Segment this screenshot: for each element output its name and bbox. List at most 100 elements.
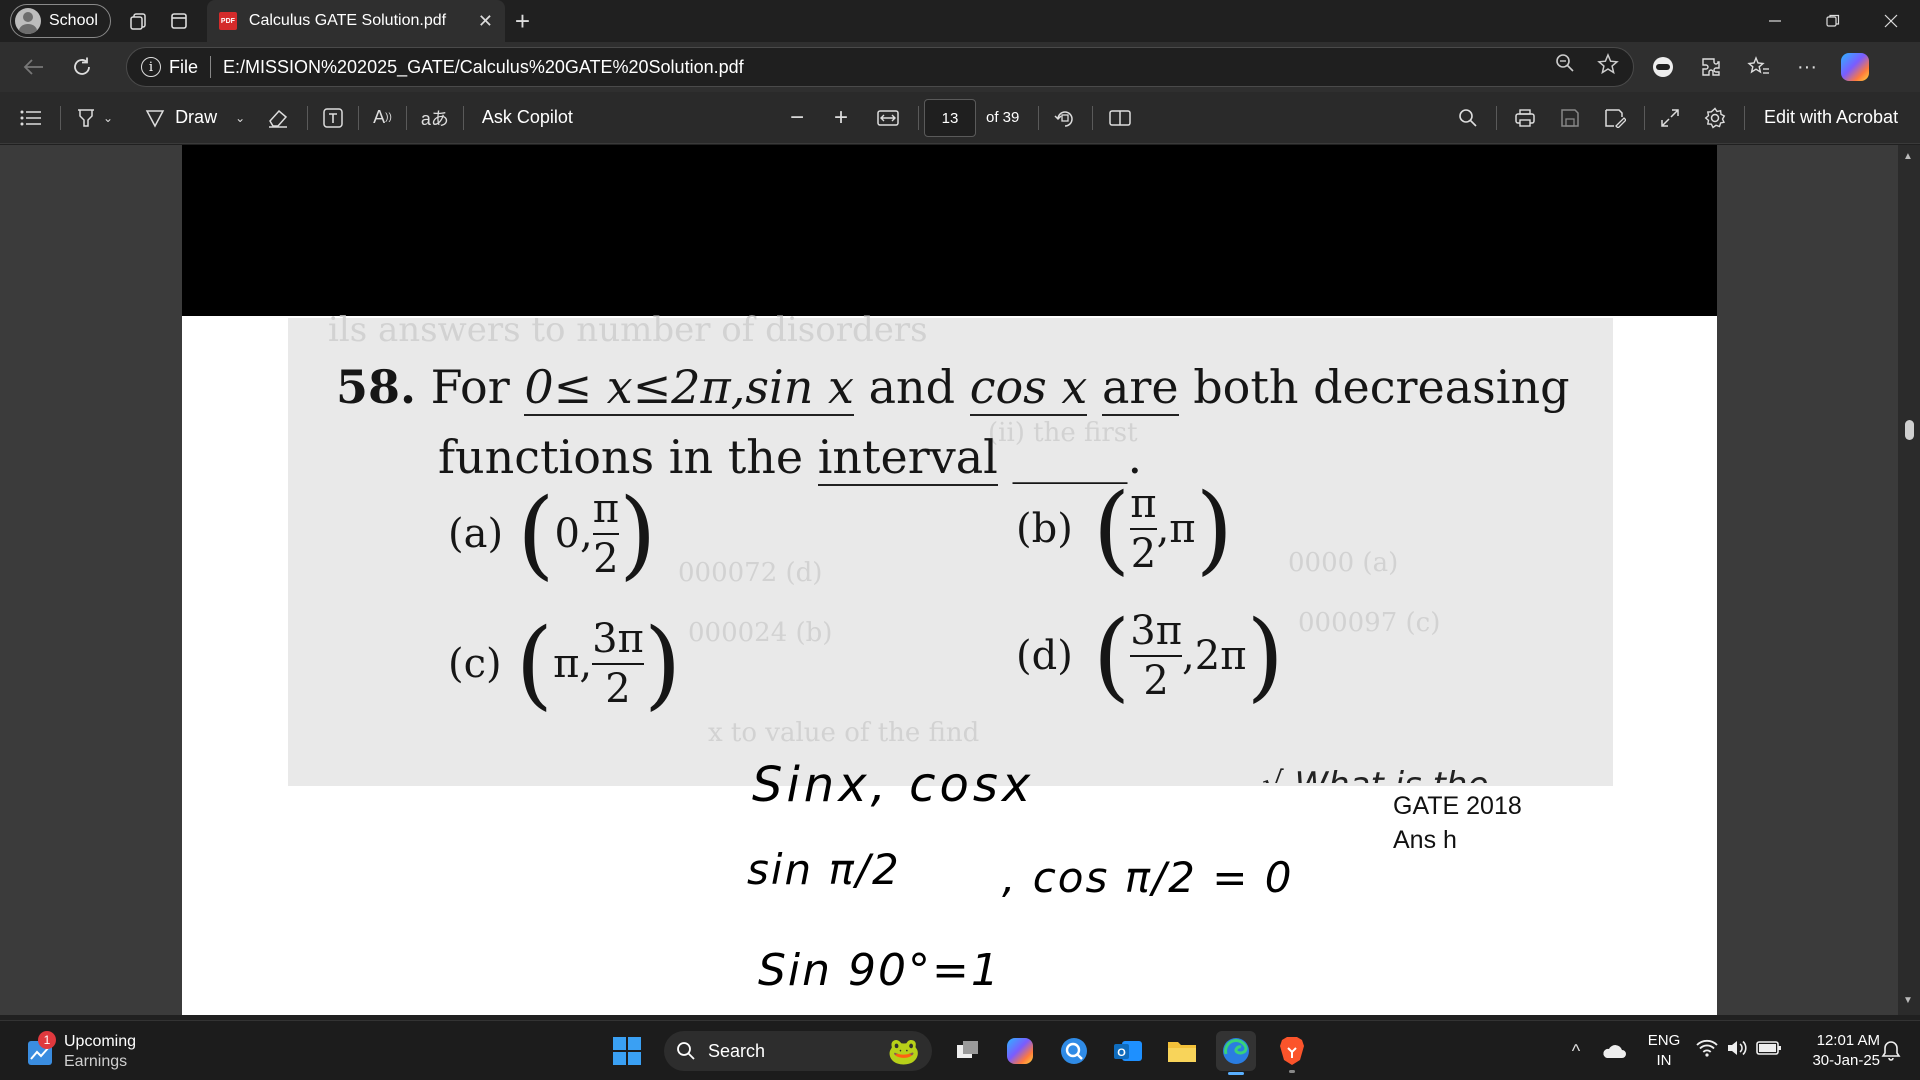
- black-region: [182, 145, 1717, 316]
- new-tab-button[interactable]: +: [515, 6, 530, 37]
- page-total-label: of 39: [986, 109, 1020, 126]
- fullscreen-icon[interactable]: [1660, 92, 1680, 144]
- more-options-icon[interactable]: ···: [1790, 50, 1824, 84]
- print-icon[interactable]: [1514, 92, 1536, 144]
- pdf-toolbar: ⌄ Draw ⌄ A)) aあ Ask Copilot − + 13 of 39: [0, 92, 1920, 144]
- table-of-contents-icon[interactable]: [20, 92, 42, 144]
- bleed-through-text: 000097 (c): [1298, 608, 1441, 638]
- option-label: (b): [1016, 506, 1073, 552]
- scroll-down-arrow-icon[interactable]: ▼: [1903, 995, 1913, 1006]
- tab-actions-icon[interactable]: [159, 1, 199, 41]
- chevron-down-icon[interactable]: ⌄: [103, 92, 113, 144]
- info-icon[interactable]: i: [141, 57, 161, 77]
- save-as-icon[interactable]: [1604, 92, 1626, 144]
- highlight-icon[interactable]: [75, 92, 97, 144]
- edit-with-acrobat-button[interactable]: Edit with Acrobat: [1764, 107, 1898, 128]
- vertical-scrollbar[interactable]: ▲ ▼: [1898, 145, 1920, 1015]
- volume-icon: [1728, 1040, 1747, 1056]
- scroll-up-arrow-icon[interactable]: ▲: [1903, 151, 1913, 162]
- taskbar: 1 Upcoming Earnings Search 🐸 O ^ ENG IN: [0, 1020, 1920, 1080]
- fraction: 3π 2: [1130, 610, 1183, 702]
- extensions-icon[interactable]: [1694, 50, 1728, 84]
- minimize-button[interactable]: [1746, 0, 1804, 42]
- svg-text:O: O: [1117, 1047, 1126, 1059]
- option-prefix: 0,: [554, 511, 593, 557]
- numerator: π: [1130, 481, 1157, 527]
- option-d: (d) ( 3π 2 ,2π ): [1016, 600, 1284, 712]
- toolbar-separator: [307, 105, 309, 130]
- onedrive-cloud-icon[interactable]: [1594, 1031, 1634, 1071]
- tab-close-button[interactable]: ✕: [478, 11, 493, 32]
- tab-calculus-pdf[interactable]: PDF Calculus GATE Solution.pdf ✕: [206, 0, 505, 42]
- page-view-icon[interactable]: [1108, 92, 1132, 144]
- address-bar[interactable]: i File E:/MISSION%202025_GATE/Calculus%2…: [126, 47, 1634, 87]
- q-range: 0≤ x≤2π,: [524, 360, 746, 416]
- system-tray-status[interactable]: [1696, 1039, 1782, 1057]
- taskbar-search[interactable]: Search 🐸: [664, 1031, 932, 1071]
- denominator: 2: [1130, 531, 1157, 577]
- language-indicator[interactable]: ENG IN: [1646, 1031, 1682, 1071]
- profile-label: School: [49, 12, 98, 29]
- rotate-icon[interactable]: [1054, 92, 1076, 144]
- start-button[interactable]: [607, 1031, 647, 1071]
- option-prefix: π,: [553, 641, 593, 687]
- save-icon[interactable]: [1560, 92, 1580, 144]
- zoom-icon[interactable]: [1555, 53, 1575, 81]
- refresh-button[interactable]: [60, 47, 104, 87]
- notifications-bell-icon[interactable]: [1876, 1031, 1906, 1071]
- running-app-indicator: [1289, 1070, 1295, 1073]
- add-text-icon[interactable]: [322, 92, 344, 144]
- ask-copilot-button[interactable]: Ask Copilot: [482, 107, 573, 128]
- bing-search-app-icon[interactable]: [1054, 1031, 1094, 1071]
- open-paren: (: [1092, 473, 1131, 585]
- zoom-in-button[interactable]: +: [834, 92, 848, 144]
- show-hidden-icons-chevron-icon[interactable]: ^: [1556, 1031, 1596, 1071]
- favorite-star-icon[interactable]: [1597, 53, 1619, 81]
- scrollbar-thumb[interactable]: [1905, 420, 1914, 440]
- search-highlight-icon: 🐸: [887, 1035, 920, 1066]
- toolbar-separator: [405, 105, 407, 130]
- draw-chevron-icon[interactable]: ⌄: [235, 92, 245, 144]
- extension-mask-icon[interactable]: [1646, 50, 1680, 84]
- copilot-icon[interactable]: [1838, 50, 1872, 84]
- pdf-viewer[interactable]: ils answers to number of disorders (ii) …: [0, 145, 1920, 1015]
- option-b: (b) ( π2 ,π ): [1016, 473, 1233, 585]
- title-bar: School PDF Calculus GATE Solution.pdf ✕ …: [0, 0, 1920, 42]
- toolbar-separator: [1744, 105, 1745, 130]
- restore-button[interactable]: [1804, 0, 1862, 42]
- translate-icon[interactable]: aあ: [421, 92, 449, 144]
- clock[interactable]: 12:01 AM 30-Jan-25: [1790, 1031, 1880, 1071]
- brave-browser-icon[interactable]: [1272, 1031, 1312, 1073]
- edge-browser-icon[interactable]: [1216, 1031, 1256, 1075]
- find-icon[interactable]: [1458, 92, 1478, 144]
- option-c: (c) ( π, 3π 2 ): [448, 608, 681, 720]
- handwriting-line-2a: sin π/2: [747, 845, 901, 894]
- numerator: π: [592, 486, 619, 532]
- copilot-app-icon[interactable]: [1000, 1031, 1040, 1071]
- settings-gear-icon[interactable]: [1704, 92, 1726, 144]
- favorites-icon[interactable]: [1742, 50, 1776, 84]
- profile-button[interactable]: School: [10, 4, 111, 38]
- close-window-button[interactable]: [1862, 0, 1920, 42]
- file-explorer-icon[interactable]: [1162, 1031, 1202, 1071]
- page-number-input[interactable]: 13: [924, 99, 976, 137]
- draw-icon[interactable]: [145, 92, 165, 144]
- back-button[interactable]: [12, 47, 56, 87]
- eraser-icon[interactable]: [267, 92, 289, 144]
- q-text: decreasing: [1313, 360, 1570, 414]
- toolbar-separator: [1496, 105, 1497, 130]
- widgets-button[interactable]: 1 Upcoming Earnings: [26, 1031, 166, 1073]
- option-label: (c): [448, 641, 502, 687]
- workspaces-icon[interactable]: [119, 1, 159, 41]
- toolbar-separator: [60, 105, 61, 130]
- option-a: (a) ( 0, π2 ): [448, 478, 656, 590]
- zoom-out-button[interactable]: −: [790, 92, 804, 144]
- url-text[interactable]: E:/MISSION%202025_GATE/Calculus%20GATE%2…: [223, 57, 744, 78]
- fit-to-width-icon[interactable]: [876, 92, 900, 144]
- outlook-icon[interactable]: O: [1108, 1031, 1148, 1071]
- task-view-icon[interactable]: [948, 1031, 988, 1071]
- handwriting-line-2b: , cos π/2 = 0: [1002, 853, 1294, 902]
- open-paren: (: [1092, 600, 1131, 712]
- draw-button[interactable]: Draw: [175, 107, 217, 128]
- read-aloud-icon[interactable]: A)): [373, 92, 392, 144]
